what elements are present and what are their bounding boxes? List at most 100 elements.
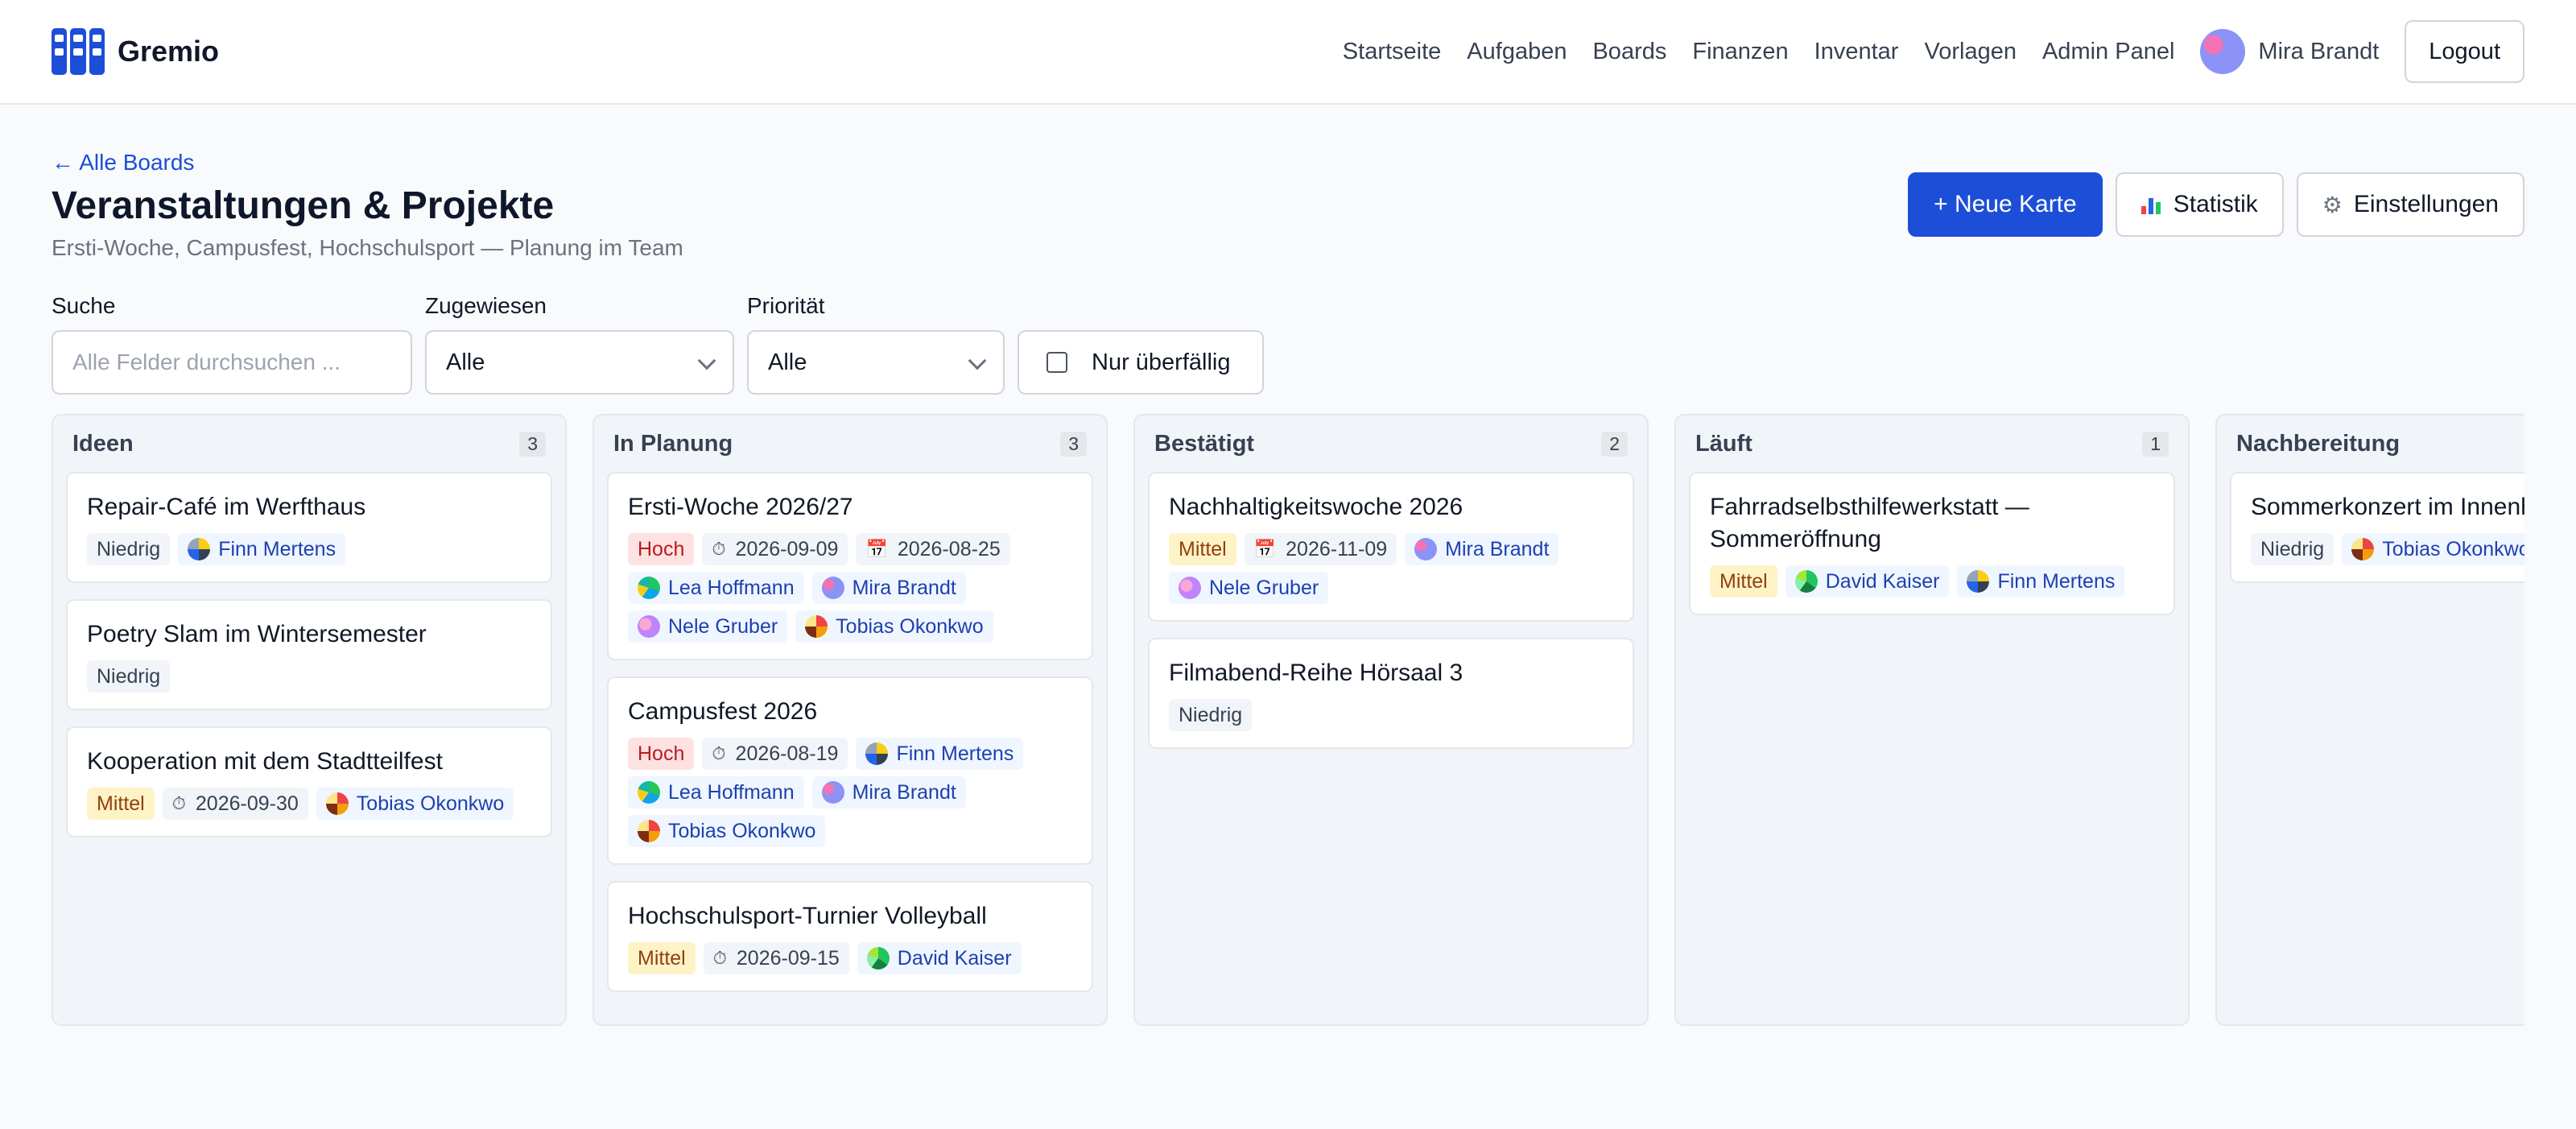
avatar xyxy=(638,577,660,599)
assignee-chip[interactable]: Mira Brandt xyxy=(811,572,966,604)
board-card[interactable]: Poetry Slam im Wintersemester Niedrig xyxy=(66,599,552,710)
overdue-only-toggle[interactable]: Nur überfällig xyxy=(1018,330,1264,395)
main-nav: Startseite Aufgaben Boards Finanzen Inve… xyxy=(1317,19,2524,84)
avatar xyxy=(866,947,890,970)
app-logo[interactable]: Gremio xyxy=(52,27,219,76)
priority-badge: Mittel xyxy=(1710,565,1777,598)
avatar xyxy=(1414,538,1438,560)
assignee-chip[interactable]: David Kaiser xyxy=(1785,565,1950,598)
nav-link-finanzen[interactable]: Finanzen xyxy=(1692,39,1788,65)
assignee-name: Mira Brandt xyxy=(852,780,956,804)
assignee-chip[interactable]: Tobias Okonkwo xyxy=(628,815,826,847)
assignee-chip[interactable]: Nele Gruber xyxy=(628,610,788,643)
board-card[interactable]: Hochschulsport-Turnier Volleyball Mittel ⏱… xyxy=(607,881,1093,992)
back-to-boards-link[interactable]: ← Alle Boards xyxy=(52,150,194,176)
column-card-count: 2 xyxy=(1601,431,1628,457)
assignee-name: Tobias Okonkwo xyxy=(356,792,505,815)
board-card[interactable]: Repair-Café im Werfthaus Niedrig Finn Mert… xyxy=(66,472,552,583)
assignee-chip[interactable]: Tobias Okonkwo xyxy=(2342,533,2524,565)
assignee-name: Tobias Okonkwo xyxy=(668,819,816,842)
search-input[interactable] xyxy=(52,330,412,395)
new-card-button[interactable]: + Neue Karte xyxy=(1908,172,2103,237)
column-title: Ideen xyxy=(72,430,134,457)
new-card-label: + Neue Karte xyxy=(1934,191,2077,217)
nav-link-boards[interactable]: Boards xyxy=(1592,39,1666,65)
calendar-icon: 📅 xyxy=(1253,539,1277,559)
nav-link-startseite[interactable]: Startseite xyxy=(1343,39,1442,65)
card-title: Sommerkonzert im Innenhof xyxy=(2251,494,2524,520)
kanban-board: Ideen 3 Repair-Café im Werfthaus Niedrig Fin… xyxy=(52,414,2524,1026)
priority-badge: Mittel xyxy=(1169,533,1236,565)
nav-link-aufgaben[interactable]: Aufgaben xyxy=(1467,39,1567,65)
avatar xyxy=(325,792,349,815)
board-card[interactable]: Sommerkonzert im Innenhof Niedrig Tobias O… xyxy=(2230,472,2524,583)
avatar xyxy=(2200,29,2246,74)
card-meta: Niedrig Finn Mertens xyxy=(87,533,531,565)
avatar xyxy=(1967,570,1990,593)
avatar xyxy=(805,615,828,638)
assignee-name: Nele Gruber xyxy=(668,614,778,638)
assignee-chip[interactable]: Finn Mertens xyxy=(178,533,346,565)
card-meta: Hoch ⏱ 2026-08-19 Finn Mertens Lea Hoffmann M… xyxy=(628,738,1072,847)
assignee-chip[interactable]: Finn Mertens xyxy=(1957,565,2125,598)
statistics-button[interactable]: Statistik xyxy=(2115,172,2284,237)
assigned-filter-label: Zugewiesen xyxy=(425,293,547,318)
assignee-chip[interactable]: Lea Hoffmann xyxy=(628,572,804,604)
settings-button[interactable]: ⚙ Einstellungen xyxy=(2296,172,2524,237)
board-card[interactable]: Nachhaltigkeitswoche 2026 Mittel 📅 2026-11-… xyxy=(1148,472,1634,622)
assignee-name: David Kaiser xyxy=(1825,569,1940,593)
priority-filter-select[interactable]: Alle xyxy=(747,330,1005,395)
priority-badge: Mittel xyxy=(87,788,155,820)
board-card[interactable]: Ersti-Woche 2026/27 Hoch ⏱ 2026-09-09 📅 2026-… xyxy=(607,472,1093,660)
top-navigation-bar: Gremio Startseite Aufgaben Boards Finanz… xyxy=(0,0,2576,105)
nav-link-admin-panel[interactable]: Admin Panel xyxy=(2042,39,2174,65)
assignee-chip[interactable]: Mira Brandt xyxy=(811,776,966,808)
card-title: Filmabend-Reihe Hörsaal 3 xyxy=(1169,660,1463,686)
priority-badge: Hoch xyxy=(628,738,695,770)
assignee-name: Tobias Okonkwo xyxy=(2382,537,2524,560)
assignee-name: Mira Brandt xyxy=(852,576,956,599)
due-date: 2026-08-19 xyxy=(735,742,839,765)
board-card[interactable]: Filmabend-Reihe Hörsaal 3 Niedrig xyxy=(1148,638,1634,749)
priority-badge: Mittel xyxy=(628,942,696,974)
nav-link-inventar[interactable]: Inventar xyxy=(1814,39,1899,65)
priority-filter-value: Alle xyxy=(768,349,807,375)
timer-icon: ⏱ xyxy=(171,793,186,813)
column-card-count: 1 xyxy=(2142,431,2169,457)
card-title: Poetry Slam im Wintersemester xyxy=(87,621,427,647)
assigned-filter-value: Alle xyxy=(446,349,485,375)
assignee-chip[interactable]: Mira Brandt xyxy=(1405,533,1559,565)
card-meta: Mittel ⏱ 2026-09-30 Tobias Okonkwo xyxy=(87,788,531,820)
assignee-chip[interactable]: Tobias Okonkwo xyxy=(316,788,514,820)
nav-link-vorlagen[interactable]: Vorlagen xyxy=(1924,39,2017,65)
assignee-chip[interactable]: Finn Mertens xyxy=(856,738,1024,770)
user-menu[interactable]: Mira Brandt xyxy=(2200,29,2379,74)
assignee-chip[interactable]: Tobias Okonkwo xyxy=(795,610,993,643)
assignee-name: Finn Mertens xyxy=(896,742,1014,765)
statistics-label: Statistik xyxy=(2173,191,2258,217)
board-card[interactable]: Campusfest 2026 Hoch ⏱ 2026-08-19 Finn Merte… xyxy=(607,676,1093,865)
avatar xyxy=(865,742,889,765)
assignee-chip[interactable]: Lea Hoffmann xyxy=(628,776,804,808)
board-card[interactable]: Fahrradselbsthilfewerkstatt — Sommeröffn… xyxy=(1689,472,2175,615)
priority-badge: Niedrig xyxy=(87,660,171,693)
card-meta: Mittel 📅 2026-11-09 Mira Brandt Nele Gruber xyxy=(1169,533,1613,604)
overdue-checkbox[interactable] xyxy=(1046,352,1067,373)
priority-badge: Niedrig xyxy=(1169,699,1253,731)
due-date-badge: ⏱ 2026-09-09 xyxy=(702,533,848,565)
assignee-name: Finn Mertens xyxy=(218,537,336,560)
due-date-badge: ⏱ 2026-08-19 xyxy=(702,738,848,770)
board-column-bestätigt: Bestätigt 2 Nachhaltigkeitswoche 2026 Mitte… xyxy=(1133,414,1649,1026)
card-title: Kooperation mit dem Stadtteilfest xyxy=(87,748,443,775)
assignee-chip[interactable]: Nele Gruber xyxy=(1169,572,1329,604)
page-title: Veranstaltungen & Projekte xyxy=(52,184,555,227)
avatar xyxy=(188,538,211,560)
assignee-name: Mira Brandt xyxy=(1445,537,1550,560)
board-card[interactable]: Kooperation mit dem Stadtteilfest Mittel ⏱… xyxy=(66,726,552,837)
column-header: In Planung 3 xyxy=(594,416,1106,472)
gear-icon: ⚙ xyxy=(2322,192,2343,217)
priority-badge: Niedrig xyxy=(87,533,171,565)
logout-button[interactable]: Logout xyxy=(2405,20,2524,83)
assignee-chip[interactable]: David Kaiser xyxy=(857,942,1022,974)
assigned-filter-select[interactable]: Alle xyxy=(425,330,734,395)
